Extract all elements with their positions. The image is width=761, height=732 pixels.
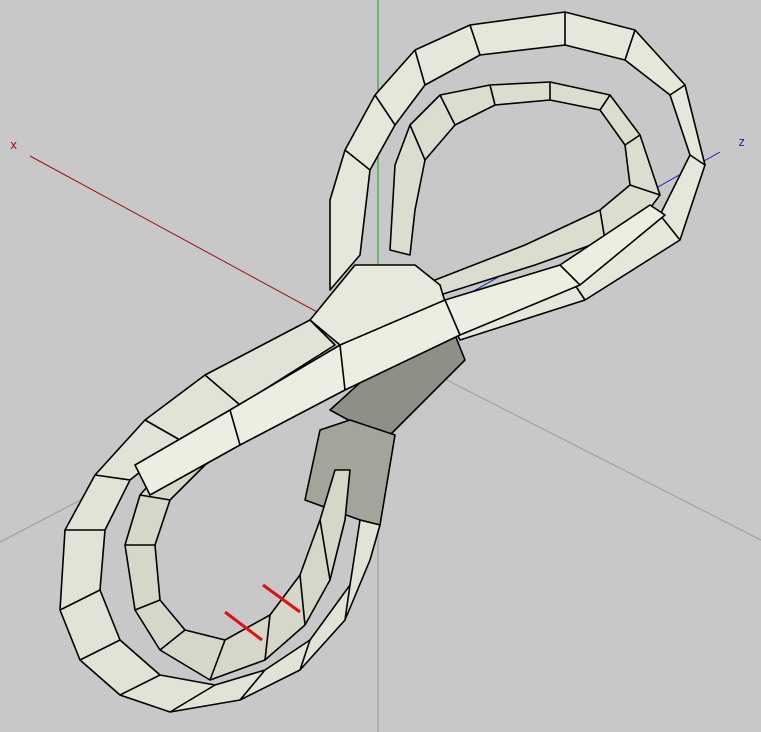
x-axis-label: x <box>10 138 18 152</box>
z-axis-label: z <box>738 135 746 149</box>
figure-eight-model[interactable] <box>59 11 706 713</box>
3d-viewport[interactable]: x z <box>0 0 761 732</box>
scene-canvas[interactable] <box>0 0 761 732</box>
